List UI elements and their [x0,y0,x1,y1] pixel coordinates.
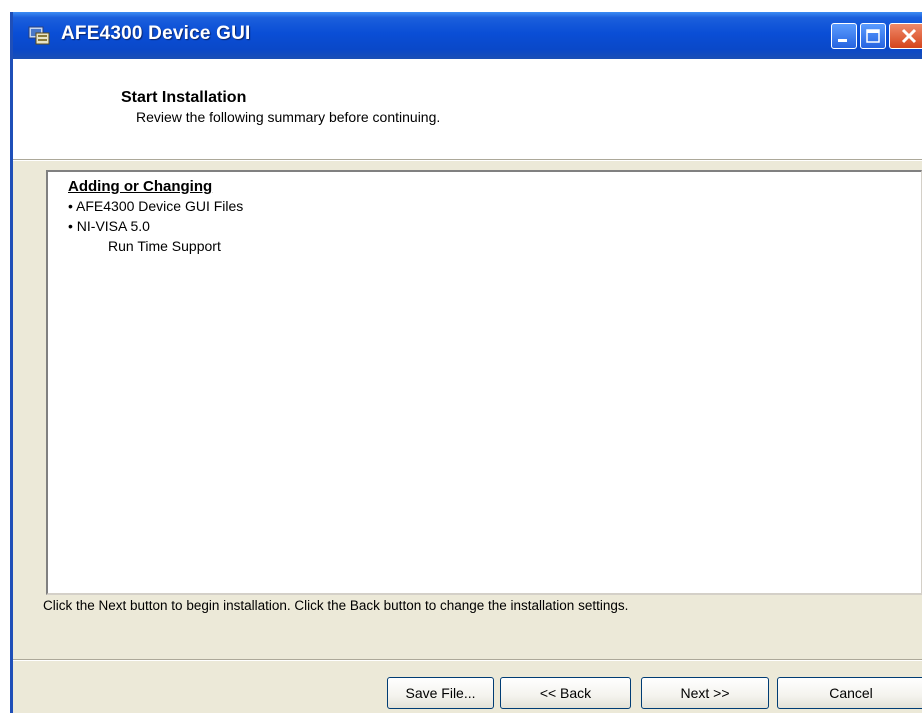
title-bar[interactable]: AFE4300 Device GUI [13,12,922,59]
page-subtitle: Review the following summary before cont… [136,109,441,125]
cancel-button[interactable]: Cancel [777,677,922,709]
maximize-icon[interactable] [860,23,886,49]
back-button[interactable]: << Back [500,677,631,709]
header-divider [13,159,922,161]
summary-subitem: Run Time Support [108,238,221,254]
window-title: AFE4300 Device GUI [61,23,251,44]
summary-heading: Adding or Changing [68,178,213,195]
close-icon[interactable] [889,23,922,49]
minimize-icon[interactable] [831,23,857,49]
instruction-text: Click the Next button to begin installat… [43,598,629,613]
page-title: Start Installation [121,89,247,106]
installer-window: AFE4300 Device GUI Start Installation Re… [10,12,922,713]
wizard-header: Start Installation Review the following … [13,59,922,159]
footer-divider [13,659,922,661]
save-file-button[interactable]: Save File... [387,677,494,709]
summary-item: • NI-VISA 5.0 [68,218,150,234]
summary-panel[interactable]: Adding or Changing • AFE4300 Device GUI … [46,170,922,595]
installer-icon [27,24,51,46]
summary-item: • AFE4300 Device GUI Files [68,198,244,214]
next-button[interactable]: Next >> [641,677,769,709]
